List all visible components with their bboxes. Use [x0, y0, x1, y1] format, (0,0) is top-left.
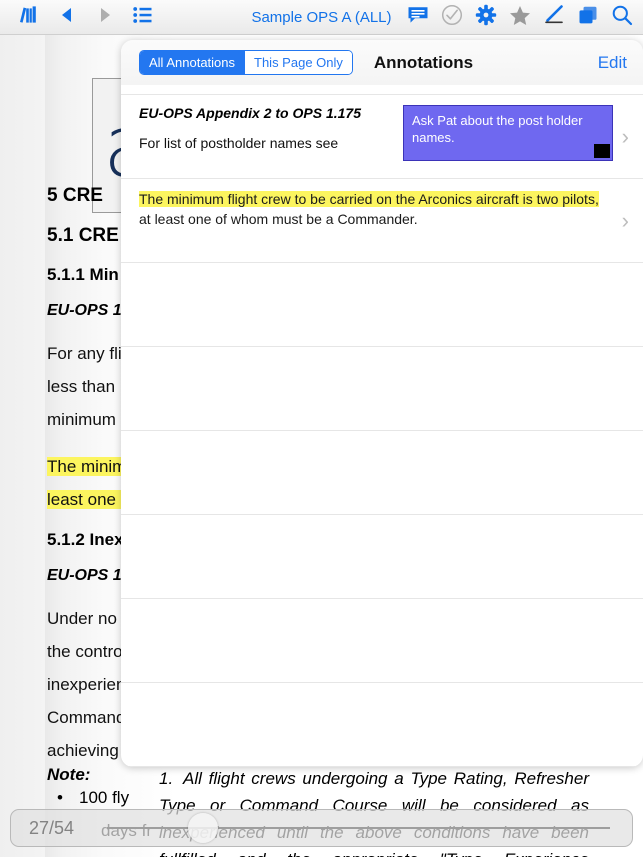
annotation-row-empty[interactable]: [121, 263, 643, 347]
annotation-row-highlight[interactable]: The minimum flight crew to be carried on…: [121, 179, 643, 263]
annotation-context: For list of postholder names see: [139, 135, 339, 151]
annotation-row-empty[interactable]: [121, 683, 643, 767]
annotation-source: EU-OPS Appendix 2 to OPS 1.175: [139, 105, 361, 121]
page-indicator: 27/54: [29, 817, 75, 838]
check-circle-icon: [441, 4, 463, 31]
annotations-popover: All Annotations This Page Only Annotatio…: [121, 40, 643, 767]
segment-all-annotations[interactable]: All Annotations: [140, 51, 245, 74]
page-slider-thumb[interactable]: [187, 813, 218, 843]
pen-icon: [543, 5, 565, 30]
search-icon: [611, 4, 633, 31]
highlight-trailing: at least one of whom must be a Commander…: [139, 211, 418, 227]
forward-button[interactable]: [86, 0, 124, 34]
back-arrow-icon: [58, 6, 76, 29]
toolbar-left-group: [0, 0, 162, 34]
annotations-button[interactable]: [401, 1, 435, 35]
chevron-right-icon: ›: [621, 123, 629, 149]
highlight-span: The minimum flight crew to be carried on…: [139, 191, 599, 207]
annotation-row-empty[interactable]: [121, 515, 643, 599]
segment-this-page-only[interactable]: This Page Only: [244, 51, 352, 74]
annotation-row-clipped[interactable]: [121, 85, 643, 95]
markup-button[interactable]: [537, 1, 571, 35]
library-button[interactable]: [10, 0, 48, 34]
edit-button[interactable]: Edit: [598, 53, 627, 73]
annotation-row-empty[interactable]: [121, 599, 643, 683]
list-icon: [133, 6, 153, 29]
toolbar-right-group: [401, 0, 639, 35]
annotation-row-empty[interactable]: [121, 431, 643, 515]
annotation-row-note[interactable]: EU-OPS Appendix 2 to OPS 1.175 For list …: [121, 95, 643, 179]
chevron-right-icon: ›: [621, 207, 629, 233]
pages-icon: [577, 5, 599, 30]
sticky-note-resize-handle[interactable]: [594, 144, 610, 158]
top-toolbar: Sample OPS A (ALL): [0, 0, 643, 35]
pages-button[interactable]: [571, 1, 605, 35]
doc-note-number: 1.: [159, 769, 174, 788]
sticky-note[interactable]: Ask Pat about the post holder names.: [403, 105, 613, 161]
library-icon: [18, 5, 40, 30]
annotations-title: Annotations: [373, 52, 474, 72]
page-slider[interactable]: 27/54: [10, 809, 633, 847]
forward-arrow-icon: [96, 6, 114, 29]
bookmark-button[interactable]: [503, 1, 537, 35]
annotations-icon: [407, 5, 429, 30]
search-button[interactable]: [605, 1, 639, 35]
annotations-scope-segmented-control[interactable]: All Annotations This Page Only: [139, 50, 353, 75]
annotation-highlight-text: The minimum flight crew to be carried on…: [139, 189, 599, 229]
annotation-row-empty[interactable]: [121, 347, 643, 431]
app-root: arc 5 CRE 5.1 CRE 5.1.1 Min EU-OPS 1 For…: [0, 0, 643, 857]
confirm-button[interactable]: [435, 1, 469, 35]
annotation-source-block: EU-OPS Appendix 2 to OPS 1.175 For list …: [139, 105, 389, 161]
annotations-header: All Annotations This Page Only Annotatio…: [121, 40, 643, 85]
annotations-list[interactable]: EU-OPS Appendix 2 to OPS 1.175 For list …: [121, 85, 643, 767]
sticky-note-text: Ask Pat about the post holder names.: [412, 113, 583, 145]
settings-button[interactable]: [469, 1, 503, 35]
back-button[interactable]: [48, 0, 86, 34]
gear-icon: [475, 4, 497, 31]
contents-button[interactable]: [124, 0, 162, 34]
page-slider-track[interactable]: [107, 813, 610, 843]
star-icon: [509, 5, 531, 31]
